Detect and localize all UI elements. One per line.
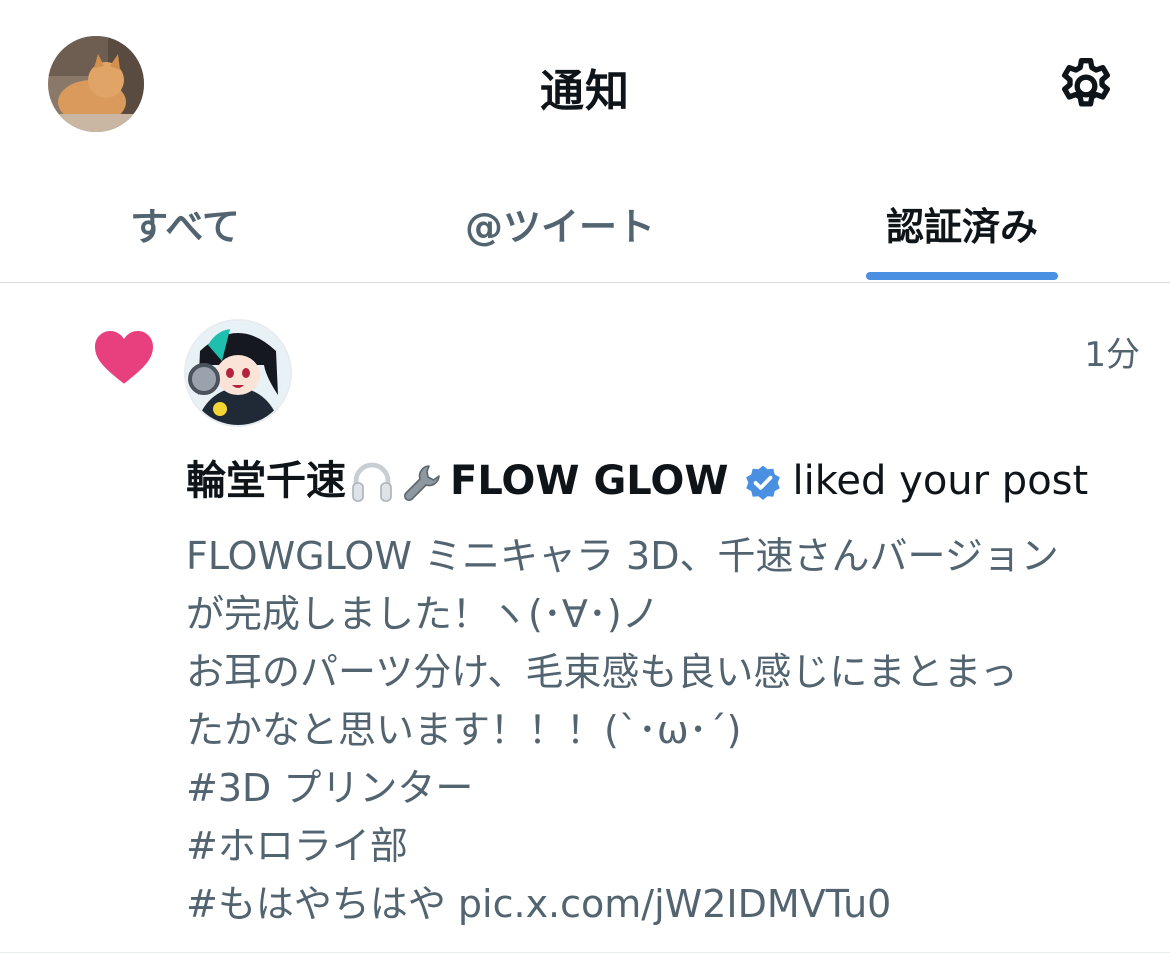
post-line: たかなと思います！！！(`･ω･´) [186,708,742,752]
post-line: FLOWGLOW ミニキャラ 3D、千速さんバージョン [186,534,1059,578]
user-name-suffix[interactable]: FLOW GLOW [450,458,728,504]
post-line: #ホロライ部 [186,824,408,868]
wrench-icon [400,459,448,507]
tab-all[interactable]: すべて [90,192,280,262]
header: 通知 [0,0,1170,170]
headphones-icon [348,459,396,507]
active-tab-indicator [866,272,1058,280]
settings-gear-icon[interactable] [1054,54,1118,118]
post-line: #もはやちはや pic.x.com/jW2IDMVTu0 [186,882,892,926]
verified-badge-icon [742,462,784,504]
post-preview: FLOWGLOW ミニキャラ 3D、千速さんバージョン が完成しました！ヽ(･∀… [186,527,1156,933]
notification-time: 1分 [1084,335,1140,375]
post-line: #3D プリンター [186,766,474,810]
page-title: 通知 [540,66,630,117]
notification-item[interactable]: 1分 輪堂千速 FLOW GLOW liked your post FLOWGL… [0,283,1170,955]
user-avatar[interactable] [184,319,292,427]
divider [0,952,1170,953]
post-line: お耳のパーツ分け、毛束感も良い感じにまとまっ [186,650,1018,694]
notification-tabs: すべて @ツイート 認証済み [0,170,1170,282]
tab-mentions[interactable]: @ツイート [435,192,685,262]
tab-verified[interactable]: 認証済み [866,192,1058,262]
user-name[interactable]: 輪堂千速 [186,458,346,504]
notification-header: 輪堂千速 FLOW GLOW liked your post [186,451,1156,511]
post-line: が完成しました！ヽ(･∀･)ノ [186,592,660,636]
heart-icon [92,327,156,385]
notification-action: liked your post [792,458,1089,504]
